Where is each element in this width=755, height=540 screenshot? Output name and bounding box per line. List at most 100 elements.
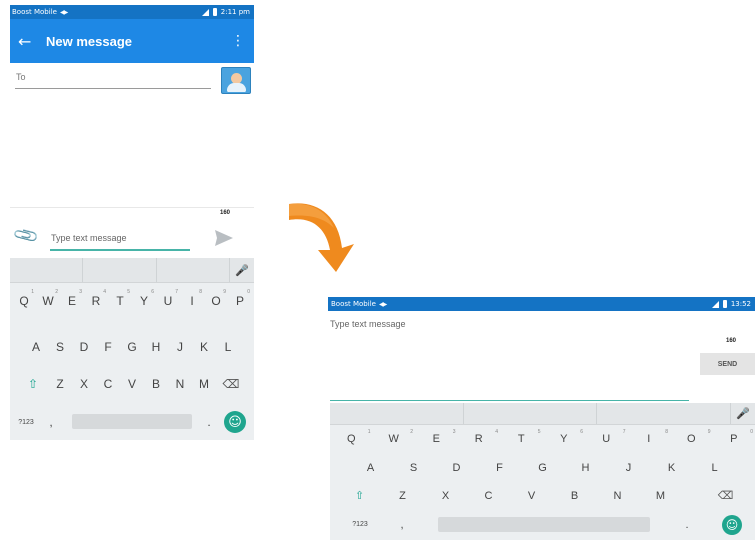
key-s[interactable]: S (48, 333, 72, 361)
key-i[interactable]: I8 (628, 427, 671, 450)
key-w[interactable]: W2 (373, 427, 416, 450)
key-l[interactable]: L (693, 456, 736, 479)
key-i[interactable]: I8 (180, 287, 204, 315)
key-h[interactable]: H (144, 333, 168, 361)
key-s[interactable]: S (392, 456, 435, 479)
key-label: I (647, 432, 651, 445)
period-key[interactable]: . (672, 513, 702, 536)
key-row-1: Q1 W2 E3 R4 T5 Y6 U7 I8 O9 P0 (10, 287, 254, 315)
key-g[interactable]: G (521, 456, 564, 479)
suggestion-slot[interactable] (464, 403, 598, 424)
contact-picker-icon[interactable] (221, 67, 251, 94)
key-f[interactable]: F (96, 333, 120, 361)
backspace-icon[interactable]: ⌫ (216, 370, 246, 398)
key-hint: 2 (410, 429, 413, 435)
backspace-icon[interactable]: ⌫ (704, 484, 747, 507)
key-o[interactable]: O9 (204, 287, 228, 315)
arrow-left-icon[interactable]: ← (18, 32, 46, 51)
key-label: R (91, 294, 101, 308)
shift-icon[interactable]: ⇧ (18, 370, 48, 398)
data-icon: ◀▶ (59, 8, 68, 16)
message-input[interactable] (330, 317, 630, 331)
key-hint: 2 (55, 289, 58, 295)
key-label: Y (139, 294, 148, 308)
key-e[interactable]: E3 (415, 427, 458, 450)
microphone-icon[interactable]: 🎤 (230, 258, 254, 282)
key-q[interactable]: Q1 (12, 287, 36, 315)
suggestion-slot[interactable] (157, 258, 230, 282)
suggestion-slot[interactable] (330, 403, 464, 424)
key-d[interactable]: D (435, 456, 478, 479)
key-x[interactable]: X (72, 370, 96, 398)
key-x[interactable]: X (424, 484, 467, 507)
symbols-key[interactable]: ?123 (10, 408, 42, 436)
space-key[interactable] (438, 517, 650, 532)
microphone-icon[interactable]: 🎤 (731, 403, 755, 424)
key-b[interactable]: B (553, 484, 596, 507)
key-q[interactable]: Q1 (330, 427, 373, 450)
key-m[interactable]: M (192, 370, 216, 398)
message-input[interactable] (50, 229, 190, 251)
key-w[interactable]: W2 (36, 287, 60, 315)
paperclip-icon[interactable]: 📎 (12, 222, 41, 251)
suggestion-slot[interactable] (83, 258, 157, 282)
compose-divider (10, 207, 254, 208)
landscape-screen: Boost Mobile ◀▶ 13:52 160 SEND 🎤 Q1 W2 E… (328, 297, 755, 540)
recipient-field[interactable]: To (13, 67, 251, 95)
period-key[interactable]: . (198, 408, 220, 436)
key-u[interactable]: U7 (585, 427, 628, 450)
key-m[interactable]: M (639, 484, 682, 507)
send-icon[interactable] (214, 229, 234, 247)
key-r[interactable]: R4 (84, 287, 108, 315)
key-b[interactable]: B (144, 370, 168, 398)
key-h[interactable]: H (564, 456, 607, 479)
key-c[interactable]: C (96, 370, 120, 398)
key-d[interactable]: D (72, 333, 96, 361)
status-time: 2:11 pm (220, 8, 250, 16)
key-hint: 3 (452, 429, 456, 435)
key-r[interactable]: R4 (458, 427, 501, 450)
key-g[interactable]: G (120, 333, 144, 361)
smiley-icon[interactable]: ☺ (224, 411, 246, 433)
key-n[interactable]: N (168, 370, 192, 398)
key-j[interactable]: J (168, 333, 192, 361)
key-p[interactable]: P0 (228, 287, 252, 315)
key-l[interactable]: L (216, 333, 240, 361)
key-a[interactable]: A (24, 333, 48, 361)
symbols-key[interactable]: ?123 (330, 513, 390, 536)
space-key[interactable] (72, 414, 192, 429)
key-label: R (474, 432, 483, 445)
more-vertical-icon[interactable]: ⋮ (230, 33, 246, 49)
key-y[interactable]: Y6 (132, 287, 156, 315)
send-button[interactable]: SEND (700, 353, 755, 375)
key-y[interactable]: Y6 (543, 427, 586, 450)
key-z[interactable]: Z (48, 370, 72, 398)
key-n[interactable]: N (596, 484, 639, 507)
suggestion-slot[interactable] (597, 403, 732, 424)
key-e[interactable]: E3 (60, 287, 84, 315)
contact-body (227, 83, 246, 92)
key-c[interactable]: C (467, 484, 510, 507)
key-a[interactable]: A (349, 456, 392, 479)
app-bar: ← New message ⋮ (10, 19, 254, 63)
suggestion-slot[interactable] (10, 258, 84, 282)
key-k[interactable]: K (192, 333, 216, 361)
key-z[interactable]: Z (381, 484, 424, 507)
key-t[interactable]: T5 (108, 287, 132, 315)
key-u[interactable]: U7 (156, 287, 180, 315)
key-v[interactable]: V (120, 370, 144, 398)
comma-key[interactable]: , (42, 408, 60, 436)
key-label: P (730, 432, 738, 445)
shift-icon[interactable]: ⇧ (338, 484, 381, 507)
key-f[interactable]: F (478, 456, 521, 479)
key-hint: 0 (247, 289, 250, 295)
key-v[interactable]: V (510, 484, 553, 507)
key-k[interactable]: K (650, 456, 693, 479)
key-o[interactable]: O9 (670, 427, 713, 450)
key-label: I (190, 294, 194, 308)
key-j[interactable]: J (607, 456, 650, 479)
smiley-icon[interactable]: ☺ (722, 515, 742, 535)
key-p[interactable]: P0 (713, 427, 755, 450)
key-t[interactable]: T5 (500, 427, 543, 450)
comma-key[interactable]: , (390, 513, 414, 536)
